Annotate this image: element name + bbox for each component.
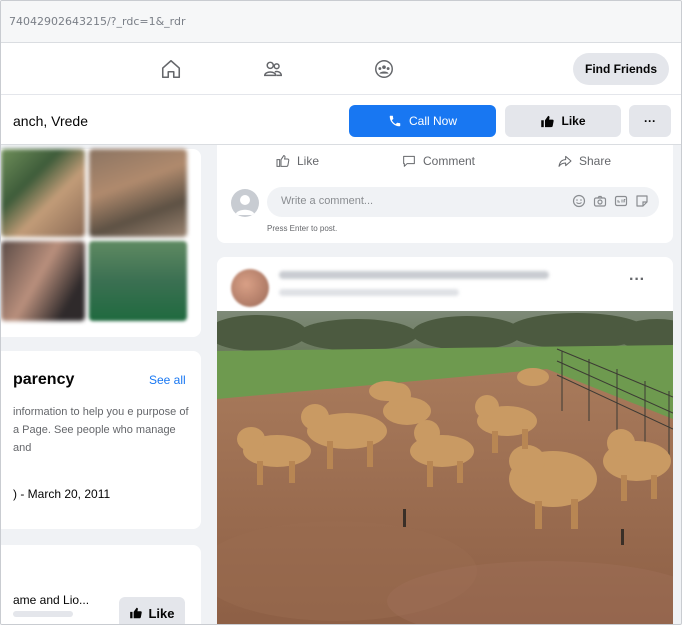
related-page-subtitle bbox=[13, 611, 73, 617]
page-header-bar: anch, Vrede Call Now Like ··· bbox=[1, 95, 681, 145]
page-created-date: ) - March 20, 2011 bbox=[13, 487, 111, 501]
call-now-button[interactable]: Call Now bbox=[349, 105, 496, 137]
like-page-button[interactable]: Like bbox=[505, 105, 621, 137]
emoji-icon[interactable] bbox=[572, 194, 586, 208]
top-navigation: Find Friends bbox=[1, 43, 681, 95]
photo-thumbnail[interactable] bbox=[89, 149, 187, 237]
comment-icon bbox=[403, 155, 415, 167]
related-page-card: ame and Lio... Like bbox=[1, 545, 201, 624]
browser-window: 74042902643215/?_rdc=1&_rdr Find Friends… bbox=[0, 0, 682, 625]
home-icon[interactable] bbox=[156, 54, 186, 84]
call-now-label: Call Now bbox=[408, 114, 457, 128]
photos-card bbox=[1, 149, 201, 337]
comment-hint: Press Enter to post. bbox=[267, 224, 338, 233]
url-text[interactable]: 74042902643215/?_rdc=1&_rdr bbox=[9, 15, 186, 28]
avatar[interactable] bbox=[231, 189, 259, 217]
like-label: Like bbox=[561, 114, 586, 128]
post-card: ··· bbox=[217, 257, 673, 625]
see-all-link[interactable]: See all bbox=[149, 373, 186, 387]
photo-thumbnail[interactable] bbox=[89, 241, 187, 321]
post-more-button[interactable]: ··· bbox=[629, 271, 645, 289]
transparency-title: parency bbox=[13, 371, 75, 388]
like-action-label: Like bbox=[297, 154, 320, 168]
thumbs-up-icon bbox=[541, 115, 555, 127]
find-friends-button[interactable]: Find Friends bbox=[573, 53, 669, 85]
comment-input[interactable]: Write a comment... bbox=[267, 187, 659, 217]
gif-icon[interactable] bbox=[614, 194, 628, 208]
transparency-description: information to help you e purpose of a P… bbox=[13, 406, 189, 454]
friends-icon[interactable] bbox=[258, 54, 288, 84]
post-card: Like Comment Share Write a comment... Pr… bbox=[217, 145, 673, 243]
related-page-like-button[interactable]: Like bbox=[119, 597, 185, 624]
groups-icon[interactable] bbox=[369, 54, 399, 84]
address-bar[interactable]: 74042902643215/?_rdc=1&_rdr bbox=[1, 1, 681, 43]
photo-thumbnail[interactable] bbox=[1, 241, 85, 321]
comment-action-button[interactable]: Comment bbox=[401, 153, 475, 169]
page-title: anch, Vrede bbox=[13, 113, 88, 129]
post-actions: Like Comment Share bbox=[217, 149, 673, 177]
related-page-name[interactable]: ame and Lio... bbox=[13, 593, 89, 607]
share-icon bbox=[558, 155, 572, 167]
photo-thumbnail[interactable] bbox=[1, 149, 85, 237]
post-photo[interactable] bbox=[217, 311, 673, 625]
post-author-name[interactable] bbox=[279, 271, 549, 279]
like-label: Like bbox=[148, 605, 175, 621]
more-options-button[interactable]: ··· bbox=[629, 105, 671, 137]
share-action-button[interactable]: Share bbox=[557, 153, 611, 169]
post-timestamp[interactable] bbox=[279, 289, 459, 296]
comment-placeholder: Write a comment... bbox=[281, 195, 374, 207]
camera-icon[interactable] bbox=[593, 194, 607, 208]
share-action-label: Share bbox=[579, 154, 612, 168]
like-action-button[interactable]: Like bbox=[275, 153, 319, 169]
sticker-icon[interactable] bbox=[635, 194, 649, 208]
page-transparency-card: parency See all information to help you … bbox=[1, 351, 201, 529]
thumbs-up-icon bbox=[130, 607, 143, 619]
comment-action-label: Comment bbox=[423, 154, 476, 168]
phone-icon bbox=[389, 115, 401, 127]
thumbs-up-icon bbox=[276, 155, 290, 167]
avatar[interactable] bbox=[231, 269, 269, 307]
